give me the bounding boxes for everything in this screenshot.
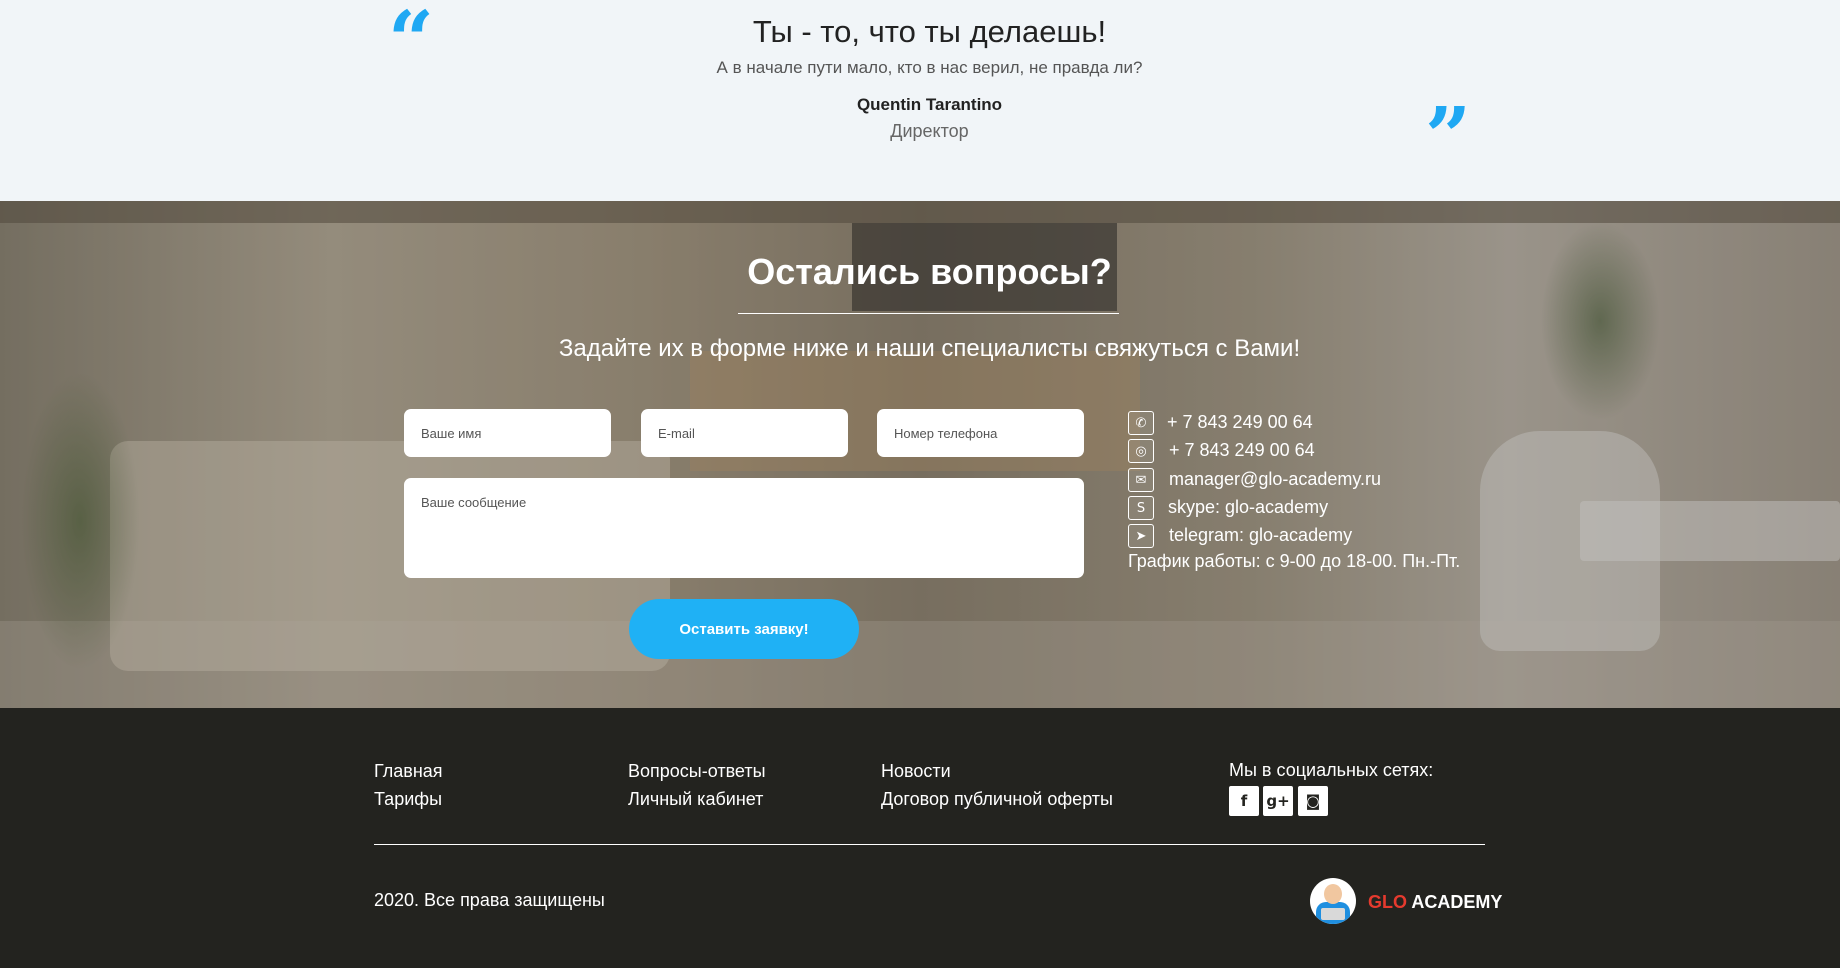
quote-author: Quentin Tarantino (856, 95, 1003, 114)
glo-academy-logo[interactable]: GLO ACADEMY (1310, 878, 1502, 928)
name-input[interactable] (404, 409, 611, 457)
close-quote-icon: ” (1425, 89, 1472, 183)
email-input[interactable] (641, 409, 848, 457)
facebook-icon[interactable]: f (1229, 786, 1259, 816)
quote-subtitle: А в начале пути мало, кто в нас верил, н… (716, 58, 1143, 77)
working-hours: График работы: с 9-00 до 18-00. Пн.-Пт. (1128, 551, 1461, 571)
phone-icon: ✆ (1128, 411, 1154, 435)
contact-whatsapp-text: + 7 843 249 00 64 (1169, 440, 1315, 460)
contact-email-text: manager@glo-academy.ru (1169, 469, 1382, 489)
quote-author-role: Директор (890, 121, 969, 141)
quote-title: Ты - то, что ты делаешь! (752, 14, 1107, 49)
mail-icon: ✉ (1128, 468, 1154, 492)
google-plus-icon[interactable]: g+ (1263, 786, 1293, 816)
phone-input[interactable] (877, 409, 1084, 457)
contact-telegram-text: telegram: glo-academy (1169, 525, 1353, 545)
footer-link-news[interactable]: Новости (881, 761, 951, 782)
contact-subtitle: Задайте их в форме ниже и наши специалис… (558, 335, 1301, 362)
logo-brand-white: ACADEMY (1411, 892, 1503, 912)
footer-link-tariffs[interactable]: Тарифы (374, 789, 442, 810)
footer-link-account[interactable]: Личный кабинет (628, 789, 763, 810)
logo-brand-red: GLO (1368, 892, 1407, 912)
telegram-icon: ➤ (1128, 524, 1154, 548)
footer-link-faq[interactable]: Вопросы-ответы (628, 761, 766, 782)
copyright: 2020. Все права защищены (374, 890, 605, 910)
contact-skype-text: skype: glo-academy (1168, 497, 1329, 517)
whatsapp-icon: ◎ (1128, 439, 1154, 463)
contact-section: Остались вопросы? Задайте их в форме ниж… (0, 201, 1840, 708)
footer: Главная Тарифы Вопросы-ответы Личный каб… (0, 708, 1840, 968)
footer-link-public-offer[interactable]: Договор публичной оферты (881, 789, 1113, 810)
message-textarea[interactable] (404, 478, 1084, 578)
instagram-icon[interactable]: ◙ (1298, 786, 1328, 816)
logo-brand-text: GLO ACADEMY (1368, 892, 1502, 913)
submit-request-button[interactable]: Оставить заявку! (629, 599, 859, 659)
quote-section: “ Ты - то, что ты делаешь! А в начале пу… (0, 0, 1840, 201)
contact-title: Остались вопросы? (747, 251, 1112, 292)
footer-link-home[interactable]: Главная (374, 761, 443, 782)
logo-mascot-icon (1310, 878, 1356, 924)
social-title: Мы в социальных сетях: (1229, 760, 1434, 780)
contact-phone-text: + 7 843 249 00 64 (1167, 412, 1313, 432)
title-divider (738, 313, 1119, 314)
skype-icon: S (1128, 496, 1154, 520)
footer-divider (374, 844, 1485, 845)
